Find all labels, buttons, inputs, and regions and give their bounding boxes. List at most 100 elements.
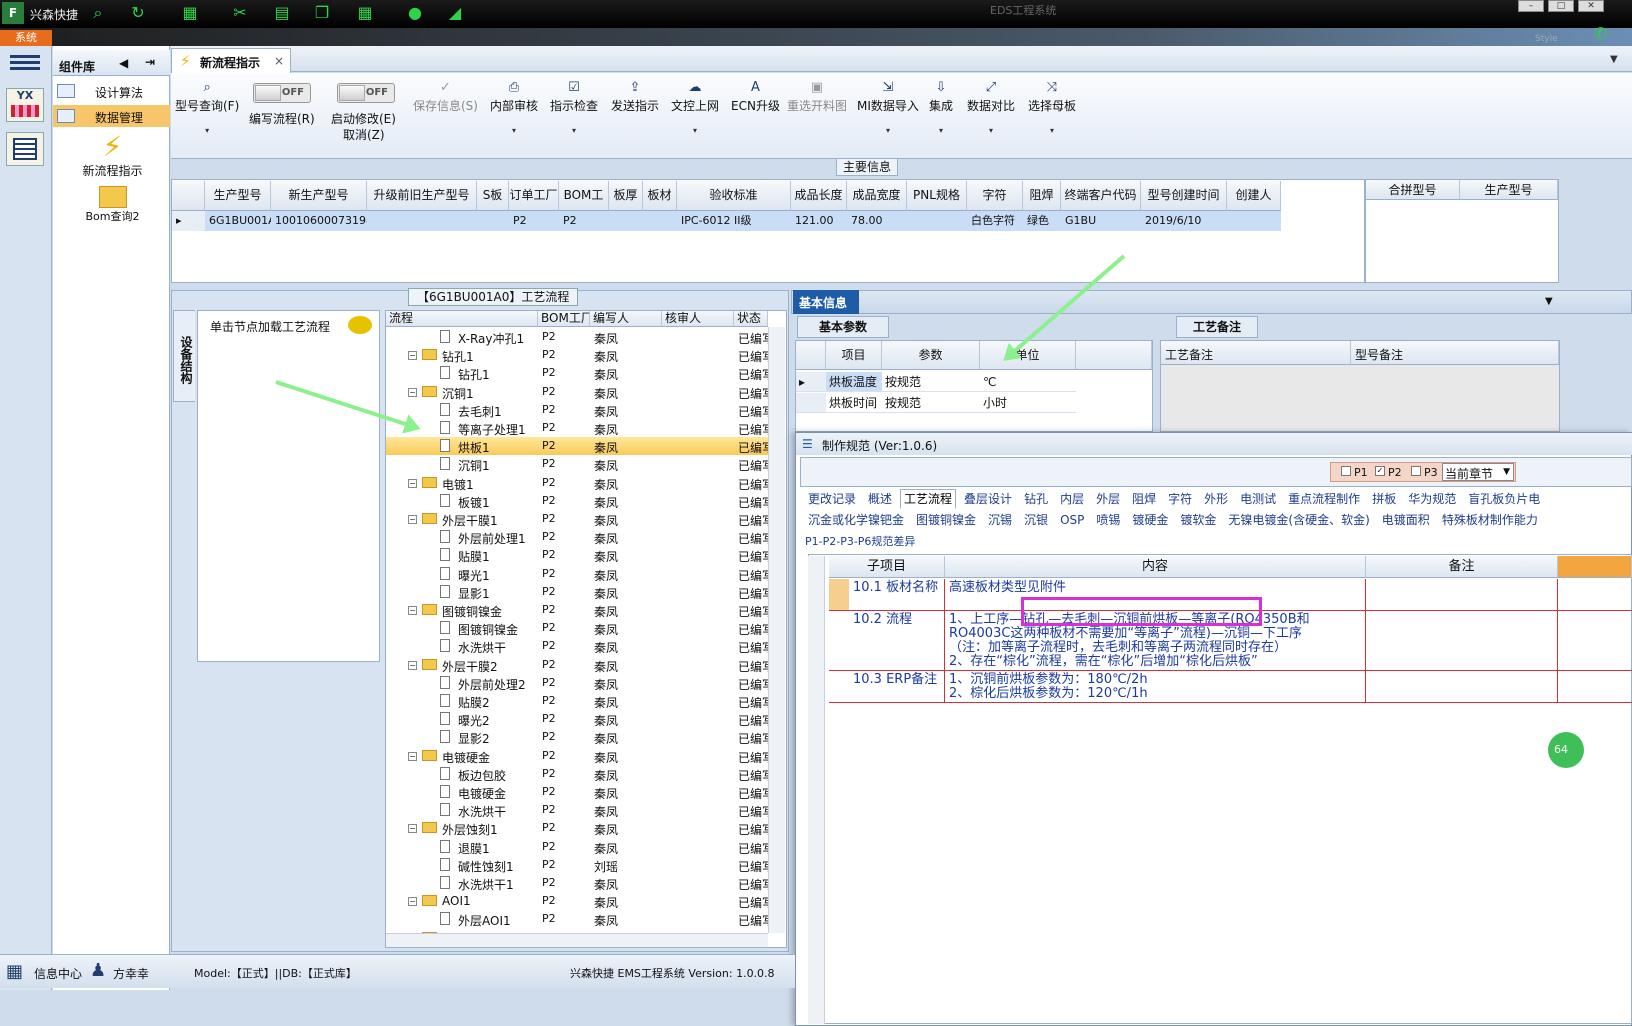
main-info-header[interactable]: S板 — [477, 181, 509, 211]
merge-header[interactable]: 生产型号 — [1460, 180, 1558, 200]
write-process-toggle[interactable]: OFF — [253, 83, 311, 103]
tree-row[interactable]: 外层AOI1 P2 秦凤 已编写 — [386, 910, 768, 928]
main-info-cell[interactable] — [609, 211, 643, 231]
grid-icon[interactable]: ▦ — [355, 3, 375, 23]
spec-tab[interactable]: 沉锡 — [984, 510, 1016, 530]
model-query-button[interactable]: ⌕ 型号查询(F) ▾ — [175, 80, 239, 135]
main-info-header[interactable]: 成品宽度 — [847, 181, 907, 211]
scissors-icon[interactable]: ✂ — [230, 3, 250, 23]
collapse-toggle-icon[interactable]: − — [408, 751, 417, 761]
tree-row[interactable]: X-Ray冲孔1 P2 秦凤 已编写 — [386, 328, 768, 346]
spec-tab[interactable]: 外形 — [1200, 489, 1232, 509]
main-info-cell[interactable]: P2 — [559, 211, 609, 231]
spec-vertical-scrollbar[interactable] — [808, 556, 825, 1024]
instruction-check-button[interactable]: ☑ 指示检查 ▾ — [550, 80, 598, 135]
copy-icon[interactable]: ❐ — [312, 3, 332, 23]
main-info-header[interactable]: 升级前旧生产型号 — [367, 181, 477, 211]
document-upload-button[interactable]: ☁ 文控上网 ▾ — [671, 80, 719, 135]
mi-data-import-button[interactable]: ⇲ MI数据导入 ▾ — [857, 80, 919, 135]
spec-tab[interactable]: 喷锡 — [1092, 510, 1124, 530]
spec-tab[interactable]: 镀硬金 — [1128, 510, 1172, 530]
spec-tab[interactable]: 华为规范 — [1404, 489, 1460, 509]
spec-tab[interactable]: 概述 — [864, 489, 896, 509]
spec-tab[interactable]: 电测试 — [1236, 489, 1280, 509]
integrate-button[interactable]: ⇩ 集成 ▾ — [929, 80, 953, 135]
main-info-cell[interactable]: G1BU — [1061, 211, 1141, 231]
spec-tab[interactable]: 工艺流程 — [900, 489, 957, 509]
main-info-header[interactable]: 板材 — [643, 181, 677, 211]
main-info-cell[interactable] — [643, 211, 677, 231]
spec-tab[interactable]: 沉银 — [1020, 510, 1052, 530]
spec-tab[interactable]: OSP — [1056, 510, 1088, 530]
spec-tab[interactable]: 重点流程制作 — [1284, 489, 1364, 509]
chapter-select[interactable]: 当前章节 ▼ — [1442, 463, 1514, 481]
tree-row[interactable]: − 外层干膜1 P2 秦凤 已编写 — [386, 510, 768, 528]
spec-tab[interactable]: 电镀面积 — [1378, 510, 1434, 530]
tree-row[interactable]: − 外层干膜2 P2 秦凤 已编写 — [386, 656, 768, 674]
tree-row[interactable]: 贴膜1 P2 秦凤 已编写 — [386, 546, 768, 564]
main-info-cell[interactable]: 2019/6/10 — [1141, 211, 1227, 231]
start-edit-toggle[interactable]: OFF — [337, 83, 395, 103]
style-label[interactable]: Style — [1535, 34, 1558, 44]
spec-tab[interactable]: 镀软金 — [1176, 510, 1220, 530]
send-instruction-button[interactable]: ⇪ 发送指示 — [611, 80, 659, 114]
tree-row[interactable]: 贴膜2 P2 秦凤 已编写 — [386, 692, 768, 710]
info-center[interactable]: 信息中心 — [34, 965, 82, 982]
ecn-upgrade-button[interactable]: A ECN升级 — [731, 80, 780, 114]
tree-row[interactable]: 图镀铜镍金 P2 秦凤 已编写 — [386, 619, 768, 637]
tree-horizontal-scrollbar[interactable] — [386, 933, 768, 947]
merge-header[interactable]: 合拼型号 — [1366, 180, 1460, 200]
main-info-cell[interactable] — [907, 211, 967, 231]
spec-row[interactable]: 10.3 ERP备注 1、沉铜前烘板参数为：180℃/2h 2、棕化后烘板参数为：… — [829, 671, 1632, 703]
note-header[interactable]: 型号备注 — [1351, 341, 1559, 365]
collapse-toggle-icon[interactable]: − — [408, 897, 417, 907]
main-info-header[interactable]: PNL规格 — [907, 181, 967, 211]
main-info-cell[interactable]: P2 — [509, 211, 559, 231]
spec-diff-tab[interactable]: P1-P2-P3-P6规范差异 — [805, 533, 915, 549]
floating-badge[interactable]: 64 — [1548, 732, 1584, 768]
tree-row[interactable]: 水洗烘干 P2 秦凤 已编写 — [386, 801, 768, 819]
tree-row[interactable]: 电镀硬金 P2 秦凤 已编写 — [386, 783, 768, 801]
close-icon[interactable]: ✕ — [1578, 0, 1604, 12]
param-unit[interactable]: ℃ — [980, 372, 1076, 392]
table-icon[interactable]: ▦ — [180, 3, 200, 23]
tree-row[interactable]: − 外层蚀刻1 P2 秦凤 已编写 — [386, 819, 768, 837]
collapse-toggle-icon[interactable]: − — [408, 824, 417, 834]
component-item-design-algorithm[interactable]: 设计算法 — [53, 80, 170, 102]
tab-close-icon[interactable]: × — [274, 54, 284, 68]
main-info-cell[interactable]: 白色字符 — [967, 211, 1023, 231]
collapse-toggle-icon[interactable]: − — [408, 515, 417, 524]
chart-icon[interactable]: ◢ — [445, 3, 465, 23]
main-info-cell[interactable]: 10010600073198 — [271, 211, 367, 231]
spec-tab[interactable]: 无镍电镀金(含硬金、软金) — [1224, 510, 1373, 530]
tree-row[interactable]: 退膜1 P2 秦凤 已编写 — [386, 838, 768, 856]
tree-row[interactable]: − 图镀铜镍金 P2 秦凤 已编写 — [386, 601, 768, 619]
search-icon[interactable]: ⌕ — [88, 3, 108, 23]
collapse-left-icon[interactable]: ◀ — [119, 56, 128, 70]
tree-row[interactable]: 钻孔1 P2 秦凤 已编写 — [386, 364, 768, 382]
tool-bom-query[interactable]: Bom查询2 — [60, 186, 165, 224]
param-value[interactable]: 按规范 — [882, 372, 980, 392]
tree-header[interactable]: 流程 — [386, 311, 538, 327]
internal-review-button[interactable]: ⎙ 内部审核 ▾ — [490, 80, 538, 135]
spec-header[interactable]: 内容 — [945, 556, 1366, 578]
tab-basic-info[interactable]: 基本信息 — [793, 290, 859, 314]
cancel-edit-label[interactable]: 取消(Z) — [343, 126, 385, 143]
main-info-cell[interactable]: 121.00 — [791, 211, 847, 231]
film-icon[interactable]: ▤ — [272, 3, 292, 23]
main-info-header[interactable]: BOM工厂 — [559, 181, 609, 230]
main-info-header[interactable]: 新生产型号 — [271, 181, 367, 211]
tree-row[interactable]: 曝光2 P2 秦凤 已编写 — [386, 710, 768, 728]
spec-tab[interactable]: 钻孔 — [1020, 489, 1052, 509]
tree-header[interactable]: 核审人 — [662, 311, 734, 327]
tab-menu-icon[interactable]: ▼ — [1610, 54, 1618, 65]
main-info-header[interactable]: 订单工厂 — [509, 181, 559, 211]
main-info-cell[interactable]: 6G1BU001A0 — [205, 211, 271, 231]
spec-tab[interactable]: 沉金或化学镍钯金 — [804, 510, 908, 530]
spec-tab[interactable]: 盲孔板负片电 — [1464, 489, 1544, 509]
main-info-header[interactable]: 型号创建时间 — [1141, 181, 1227, 211]
param-header[interactable]: 项目 — [826, 341, 882, 370]
param-item[interactable]: 烘板温度 — [826, 372, 882, 392]
spec-tab[interactable]: 叠层设计 — [960, 489, 1016, 509]
phone-icon[interactable]: ✆ — [1594, 24, 1607, 43]
